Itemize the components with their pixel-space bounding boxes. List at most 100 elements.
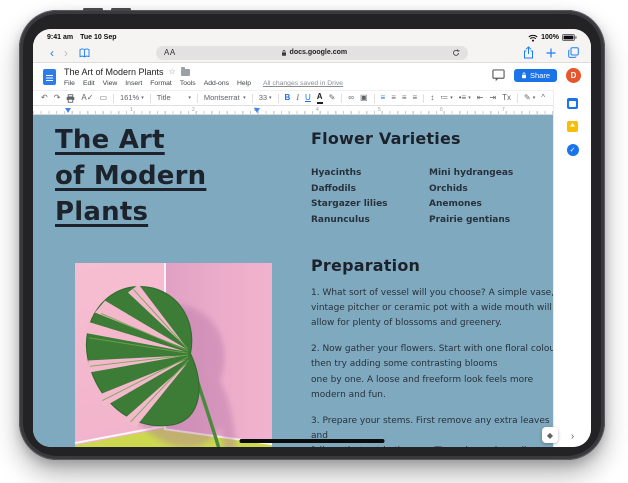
chevron-down-icon: ▾ — [450, 94, 453, 101]
menu-addons[interactable]: Add-ons — [204, 80, 229, 87]
menu-edit[interactable]: Edit — [83, 80, 95, 87]
font-size-select[interactable]: 33 ▾ — [259, 94, 272, 102]
ruler-number: 6 — [440, 107, 443, 113]
undo-button[interactable]: ↶ — [41, 94, 48, 102]
zoom-select[interactable]: 161% ▾ — [120, 94, 144, 102]
account-avatar[interactable]: D — [566, 68, 581, 83]
forward-button[interactable]: › — [59, 47, 73, 59]
move-folder-icon[interactable] — [180, 67, 190, 76]
italic-button[interactable]: I — [296, 94, 299, 102]
chevron-down-icon: ▾ — [141, 94, 144, 101]
font-select[interactable]: Montserrat ▾ — [204, 94, 246, 102]
edit-pen-icon: ✎ — [524, 93, 531, 102]
paragraph-line: vintage pitcher or ceramic pot with a wi… — [311, 303, 552, 314]
star-icon[interactable]: ☆ — [169, 68, 176, 76]
docs-toolbar: ↶ ↷ A✓ ▭ 161% ▾ Title ▾ Montserrat ▾ 33 … — [33, 90, 553, 106]
toolbar-divider — [251, 93, 253, 103]
menu-file[interactable]: File — [64, 80, 75, 87]
share-icon[interactable] — [523, 46, 534, 59]
screen: 9:41 am Tue 10 Sep 100% ‹ › AA docs.goog… — [33, 29, 591, 447]
insert-link-button[interactable]: ∞ — [348, 94, 354, 102]
paragraph-line: foliage that get in the way. Then give a… — [311, 444, 553, 447]
paragraph-style-select[interactable]: Title ▾ — [157, 94, 191, 102]
flower-item: Mini hydrangeas — [429, 168, 514, 178]
save-status-link[interactable]: All changes saved in Drive — [263, 80, 343, 87]
align-left-button[interactable]: ≡ — [381, 94, 386, 102]
share-button-label: Share — [529, 71, 550, 80]
paragraph-line: modern and fun. — [311, 389, 386, 400]
numbered-list-button[interactable]: ≔ ▾ — [440, 94, 453, 102]
reader-button[interactable]: AA — [164, 48, 176, 57]
editing-mode-button[interactable]: ✎ ▾ — [524, 94, 535, 102]
redo-button[interactable]: ↷ — [54, 94, 61, 102]
panel-collapse-chevron[interactable]: › — [571, 431, 574, 442]
volume-down-button[interactable] — [111, 8, 131, 11]
keep-icon[interactable] — [567, 121, 578, 132]
align-right-button[interactable]: ≡ — [402, 94, 407, 102]
ruler-number: 5 — [378, 107, 381, 113]
paragraph-line: one by one. A loose and freeform look fe… — [311, 374, 534, 385]
increase-indent-button[interactable]: ⇥ — [489, 94, 496, 102]
toolbar-divider — [423, 93, 425, 103]
paragraph-line: 1. What sort of vessel will you choose? … — [311, 288, 553, 298]
menu-insert[interactable]: Insert — [125, 80, 142, 87]
ruler-number: 2 — [192, 107, 195, 113]
menu-tools[interactable]: Tools — [180, 80, 196, 87]
justify-button[interactable]: ≡ — [413, 94, 418, 102]
sidebar-bookmarks-button[interactable] — [79, 48, 90, 58]
line-spacing-button[interactable]: ↕ — [430, 94, 434, 102]
underline-button[interactable]: U — [305, 94, 311, 102]
ruler-number: 7 — [502, 107, 505, 113]
text-color-button[interactable]: A — [316, 92, 323, 104]
preparation-heading: Preparation — [311, 256, 421, 275]
menu-format[interactable]: Format — [150, 80, 172, 87]
safari-toolbar: ‹ › AA docs.google.com — [33, 43, 591, 63]
monstera-photo[interactable] — [75, 263, 272, 447]
chevron-down-icon: ▾ — [532, 94, 536, 101]
document-page[interactable]: The Art of Modern Plants Flower Varietie… — [33, 115, 553, 447]
reload-icon[interactable] — [452, 48, 460, 57]
share-button[interactable]: Share — [513, 69, 557, 82]
docs-logo-icon[interactable] — [43, 69, 56, 85]
workspace-side-panel: ✓ ◆ › — [542, 90, 591, 447]
highlight-button[interactable]: ✎ — [329, 94, 336, 102]
zoom-value: 161% — [120, 93, 140, 103]
paint-format-button[interactable]: ▭ — [99, 94, 107, 102]
insert-image-button[interactable]: ▣ — [360, 94, 368, 102]
toolbar-divider — [196, 93, 198, 103]
chevron-down-icon: ▾ — [243, 94, 246, 101]
numbered-list-icon: ≔ — [440, 93, 449, 102]
back-button[interactable]: ‹ — [45, 47, 59, 59]
indent-marker[interactable] — [65, 108, 71, 113]
status-bar: 9:41 am Tue 10 Sep 100% — [33, 29, 591, 43]
spellcheck-button[interactable]: A✓ — [81, 94, 93, 102]
calendar-icon[interactable] — [567, 98, 578, 109]
home-indicator[interactable] — [239, 439, 385, 443]
explore-button[interactable]: ◆ — [542, 427, 558, 443]
bold-button[interactable]: B — [285, 94, 291, 102]
chevron-down-icon: ▾ — [188, 94, 191, 101]
tasks-icon[interactable]: ✓ — [566, 144, 579, 156]
bulleted-list-button[interactable]: •≡ ▾ — [459, 94, 471, 102]
flower-item: Hyacinths — [311, 168, 362, 178]
docs-header: The Art of Modern Plants ☆ File Edit Vie… — [33, 63, 591, 90]
clear-formatting-button[interactable]: Tx — [502, 94, 511, 102]
decrease-indent-button[interactable]: ⇤ — [477, 94, 484, 102]
battery-icon — [562, 34, 577, 41]
comment-history-icon[interactable] — [492, 69, 505, 82]
address-bar[interactable]: AA docs.google.com — [156, 45, 468, 60]
doc-title[interactable]: The Art of Modern Plants — [64, 67, 164, 77]
menu-view[interactable]: View — [103, 80, 118, 87]
new-tab-plus-icon[interactable] — [546, 48, 556, 58]
menu-help[interactable]: Help — [237, 80, 251, 87]
toolbar-divider — [149, 93, 151, 103]
tabs-icon[interactable] — [568, 47, 579, 58]
volume-up-button[interactable] — [83, 8, 103, 11]
paragraph-1: 1. What sort of vessel will you choose? … — [311, 286, 553, 331]
ruler-number: 1 — [130, 107, 133, 113]
indent-marker[interactable] — [254, 108, 260, 113]
collapse-toolbar-button[interactable]: ^ — [541, 94, 545, 102]
flower-varieties-heading: Flower Varieties — [311, 129, 461, 148]
align-center-button[interactable]: ≡ — [391, 94, 396, 102]
print-button[interactable] — [66, 93, 75, 103]
